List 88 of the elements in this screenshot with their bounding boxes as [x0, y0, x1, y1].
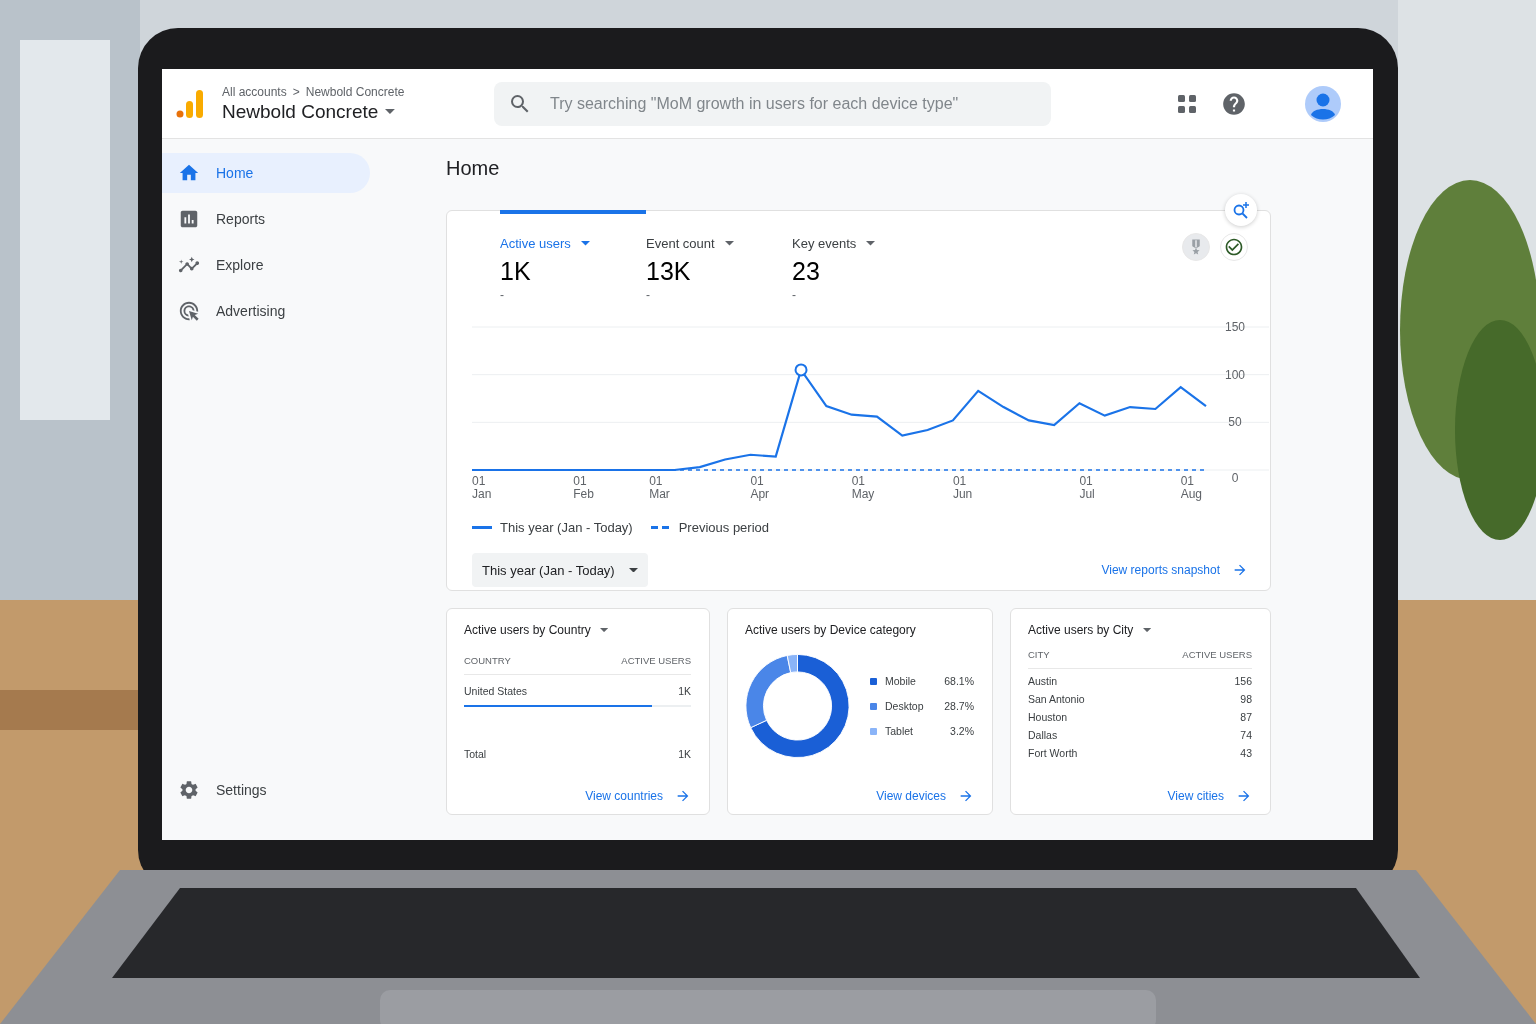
caret-icon	[724, 241, 734, 246]
card-title[interactable]: Active users by City	[1028, 623, 1252, 637]
nav-item[interactable]: Reports	[162, 199, 370, 239]
table-cell: 1K	[678, 685, 691, 697]
column-header: ACTIVE USERS	[1182, 649, 1252, 660]
metric-tab[interactable]: Active users 1K -	[500, 210, 646, 302]
legend-line-icon	[472, 526, 492, 529]
metric-tab[interactable]: Event count 13K -	[646, 210, 792, 302]
legend-value: 28.7%	[944, 700, 974, 712]
view-countries-link[interactable]: View countries	[585, 788, 691, 804]
axis-label: 100	[1225, 367, 1245, 382]
breadcrumb-link[interactable]: All accounts	[222, 84, 287, 99]
search-field[interactable]: Try searching "MoM growth in users for each device type"	[494, 81, 1051, 126]
bar-chart-icon	[178, 208, 200, 230]
help-icon[interactable]	[1221, 90, 1247, 117]
nav-item[interactable]: Explore	[162, 245, 370, 285]
arrow-right-icon	[675, 788, 691, 804]
axis-label: 01 Jul	[1079, 474, 1095, 501]
legend-value: 3.2%	[950, 725, 974, 737]
property-selector[interactable]: Newbold Concrete	[222, 100, 405, 123]
axis-label: 01 Aug	[1180, 474, 1203, 501]
caret-icon	[628, 567, 638, 573]
axis-label: 01 Jan	[472, 474, 492, 501]
legend-swatch	[870, 727, 877, 735]
arrow-right-icon	[1232, 562, 1248, 578]
nav-item[interactable]: Advertising	[162, 291, 370, 331]
table-cell: 156	[1234, 675, 1252, 687]
breadcrumb-link[interactable]: Newbold Concrete	[305, 84, 405, 99]
cursor-click-icon	[178, 300, 200, 322]
check-circle-icon[interactable]	[1220, 233, 1248, 261]
column-header: ACTIVE USERS	[621, 655, 691, 666]
caret-icon	[866, 241, 876, 246]
table-cell: Fort Worth	[1028, 747, 1078, 759]
axis-label: 150	[1225, 320, 1245, 334]
axis-label: 01 Feb	[573, 474, 594, 501]
apps-icon[interactable]	[1177, 93, 1197, 114]
view-devices-link[interactable]: View devices	[876, 788, 974, 804]
settings-icon	[178, 779, 200, 801]
table-cell: 98	[1240, 693, 1252, 705]
legend-line-icon	[650, 526, 671, 529]
table-cell: 74	[1240, 729, 1252, 741]
table-cell: 1K	[678, 748, 691, 760]
axis-label: 01 Mar	[649, 474, 670, 501]
card-title[interactable]: Active users by Country	[464, 623, 691, 637]
legend-item: Previous period	[650, 520, 770, 535]
breadcrumb-separator: >	[292, 84, 300, 99]
table-cell: Houston	[1028, 711, 1068, 723]
sparkle-search-icon	[1232, 201, 1250, 219]
legend-value: 68.1%	[944, 675, 974, 687]
table-cell: United States	[464, 685, 528, 697]
legend-swatch	[870, 702, 877, 710]
point-marker	[794, 363, 808, 377]
nav-item[interactable]: Home	[162, 153, 370, 193]
insights-search-button[interactable]	[1225, 194, 1257, 226]
table-cell: Austin	[1028, 675, 1058, 687]
axis-label: 01 Apr	[750, 474, 770, 501]
table-cell: Dallas	[1028, 729, 1058, 741]
arrow-right-icon	[958, 788, 974, 804]
table-cell: Total	[464, 748, 487, 760]
arrow-right-icon	[1236, 788, 1252, 804]
axis-label: 50	[1228, 415, 1242, 430]
column-header: COUNTRY	[464, 655, 511, 666]
table-cell: 87	[1240, 711, 1252, 723]
caret-icon	[1142, 627, 1151, 633]
caret-icon	[384, 108, 395, 114]
page-title: Home	[446, 157, 501, 180]
avatar-icon[interactable]	[1305, 85, 1341, 122]
card-title: Active users by Device category	[745, 623, 917, 637]
date-range-dropdown[interactable]: This year (Jan - Today)	[472, 553, 648, 587]
medal-icon[interactable]	[1182, 233, 1210, 261]
logo-icon	[176, 88, 204, 119]
view-reports-link[interactable]: View reports snapshot	[1101, 562, 1248, 578]
axis-label: 01 Jun	[952, 474, 973, 501]
caret-icon	[600, 627, 609, 633]
legend-label: Desktop	[885, 700, 925, 712]
axis-label: 0	[1231, 471, 1239, 485]
axis-label: 01 May	[851, 474, 875, 501]
caret-icon	[580, 241, 590, 246]
table-cell: 43	[1240, 747, 1252, 759]
table-cell: San Antonio	[1028, 693, 1085, 705]
metric-tab[interactable]: Key events 23 -	[792, 210, 938, 302]
legend-label: Mobile	[885, 675, 917, 687]
column-header: CITY	[1028, 649, 1050, 660]
view-cities-link[interactable]: View cities	[1167, 788, 1252, 804]
legend-label: Tablet	[885, 725, 915, 737]
legend-item: This year (Jan - Today)	[472, 520, 633, 535]
legend-swatch	[870, 677, 877, 685]
settings-nav-item[interactable]: Settings	[162, 770, 370, 810]
